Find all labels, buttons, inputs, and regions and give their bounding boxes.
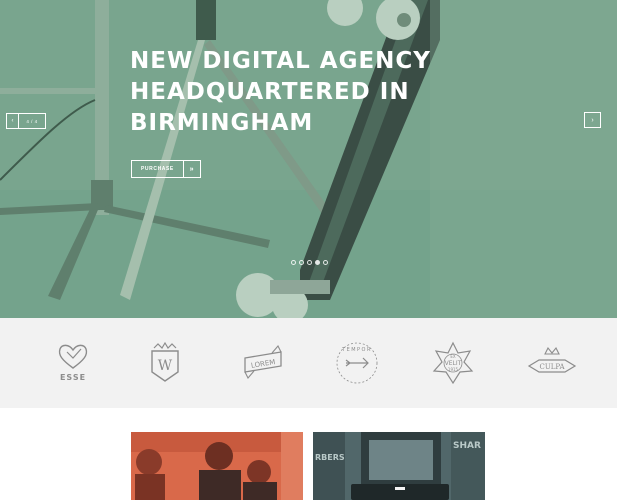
- logo-velit-top: EX: [450, 354, 456, 359]
- logo-crest-text: W: [158, 358, 173, 374]
- chevron-right-icon: ›: [591, 116, 594, 124]
- logo-velit-bottom: 1915: [448, 367, 459, 372]
- logo-culpa-text: CULPA: [539, 363, 565, 371]
- logo-culpa[interactable]: CULPA: [527, 338, 577, 388]
- slider-dot-active[interactable]: [315, 260, 320, 265]
- purchase-label: PURCHASE: [141, 166, 174, 172]
- hero-slider: ‹ 4 / 4 › NEW DIGITAL AGENCY HEADQUARTER…: [0, 0, 617, 318]
- team-photo-image: [131, 432, 303, 500]
- slider-pagination: [291, 260, 328, 265]
- barbers-photo-image: RBERS SHAR: [313, 432, 485, 500]
- next-slide-button[interactable]: ›: [584, 112, 601, 128]
- prev-slide-button[interactable]: ‹: [7, 114, 19, 128]
- logo-velit-text: VELIT: [445, 360, 462, 367]
- slider-dot[interactable]: [299, 260, 304, 265]
- crest-icon: W: [151, 341, 179, 382]
- slide-counter-text: 4 / 4: [26, 118, 38, 124]
- client-logos: ESSE W LOREM TEMPOR EX VELIT 1915 CULPA: [0, 318, 617, 408]
- slider-dot[interactable]: [323, 260, 328, 265]
- double-chevron-right-icon: »: [182, 161, 200, 177]
- logo-esse[interactable]: ESSE: [48, 338, 98, 388]
- logo-esse-text: ESSE: [60, 373, 86, 382]
- team-photo-card[interactable]: [131, 432, 303, 500]
- slider-dot[interactable]: [307, 260, 312, 265]
- barbers-photo-card[interactable]: RBERS SHAR: [313, 432, 485, 500]
- hero-title: NEW DIGITAL AGENCY HEADQUARTERED IN BIRM…: [130, 46, 431, 139]
- hero-title-line: NEW DIGITAL AGENCY: [130, 48, 431, 74]
- hero-title-line: BIRMINGHAM: [130, 110, 314, 136]
- star-badge-icon: EX VELIT 1915: [432, 341, 474, 385]
- slider-counter: ‹ 4 / 4: [6, 113, 46, 129]
- circle-emblem-icon: TEMPOR: [336, 342, 378, 384]
- shark-sign-text: SHAR: [453, 441, 481, 451]
- logo-tempor[interactable]: TEMPOR: [332, 338, 382, 388]
- logo-velit[interactable]: EX VELIT 1915: [428, 338, 478, 388]
- hero-title-line: HEADQUARTERED IN: [130, 79, 410, 105]
- purchase-button[interactable]: PURCHASE »: [131, 160, 201, 178]
- logo-tempor-text: TEMPOR: [341, 347, 372, 353]
- chevron-left-icon: ‹: [11, 118, 14, 124]
- heart-icon: ESSE: [58, 344, 88, 382]
- logo-lorem[interactable]: LOREM: [238, 338, 288, 388]
- logo-crest[interactable]: W: [140, 338, 190, 388]
- crown-icon: CULPA: [527, 346, 577, 373]
- barbers-shop-text: RBERS: [315, 453, 345, 462]
- ribbon-icon: LOREM: [244, 345, 282, 379]
- slider-dot[interactable]: [291, 260, 296, 265]
